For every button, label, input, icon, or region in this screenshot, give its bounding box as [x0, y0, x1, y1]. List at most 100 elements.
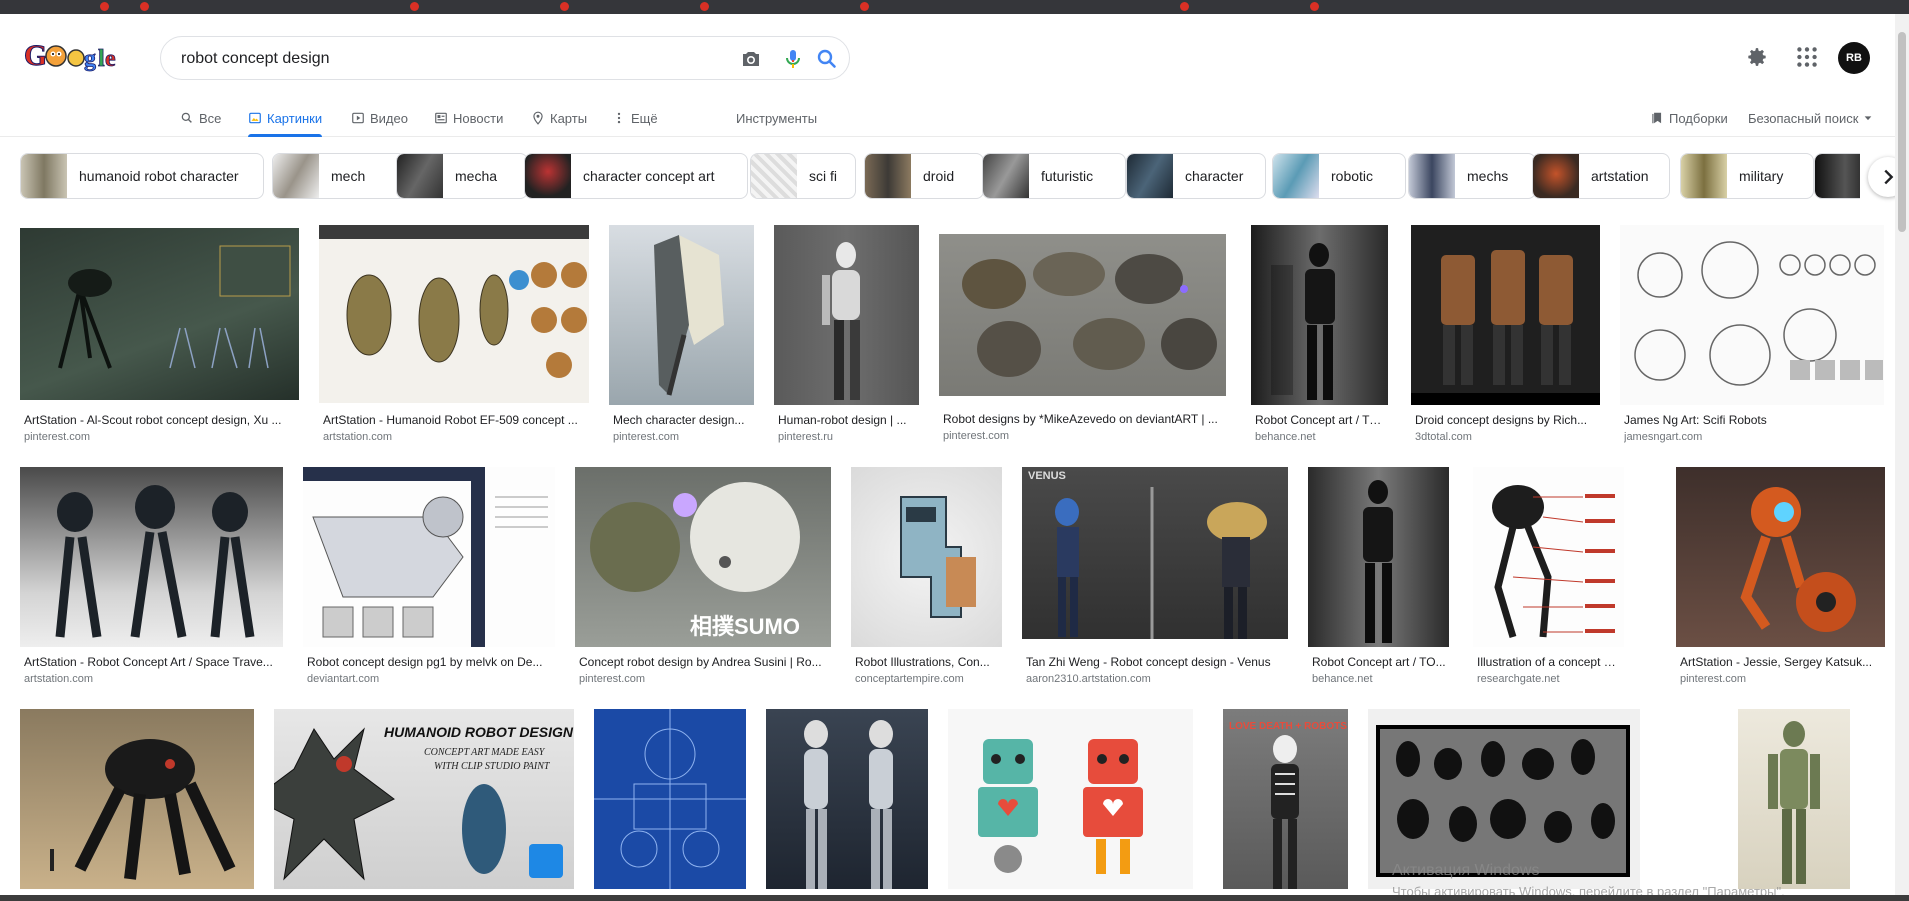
chip[interactable]: military	[1680, 153, 1814, 199]
image-result[interactable]: Robot Concept art / TO... behance.net	[1251, 225, 1388, 448]
browser-tab-strip	[0, 0, 1909, 14]
result-caption: Mech character design...	[613, 413, 745, 427]
image-result[interactable]: ArtStation - Al-Scout robot concept desi…	[20, 228, 299, 448]
map-pin-icon	[533, 111, 543, 125]
image-result[interactable]: Droid concept designs by Rich... 3dtotal…	[1411, 225, 1600, 448]
image-result[interactable]: 相撲SUMO Concept robot design by Andrea Su…	[575, 467, 831, 690]
chip[interactable]: mecha	[396, 153, 528, 199]
avatar[interactable]: RB	[1838, 42, 1870, 74]
apps-grid-icon[interactable]	[1794, 44, 1820, 70]
safe-search-dropdown[interactable]: Безопасный поиск	[1748, 104, 1873, 132]
search-icon[interactable]	[815, 47, 839, 71]
favicon-icon	[560, 2, 569, 11]
image-result[interactable]: Robot concept design pg1 by melvk on De.…	[303, 467, 555, 690]
tab-label: Ещё	[631, 110, 658, 126]
chip-label: droid	[923, 168, 955, 184]
result-caption: ArtStation - Jessie, Sergey Katsuk...	[1680, 655, 1873, 669]
microphone-icon[interactable]	[781, 47, 805, 71]
chip-label: robotic	[1331, 168, 1374, 184]
tab-label: Все	[199, 110, 222, 126]
search-box[interactable]	[160, 36, 850, 80]
search-input[interactable]	[179, 45, 703, 73]
result-thumbnail	[851, 467, 1002, 647]
image-result[interactable]: ArtStation - Robot Concept Art / Space T…	[20, 467, 283, 690]
chip-label: futuristic	[1041, 168, 1094, 184]
tab-label: Новости	[453, 110, 504, 126]
collections-button[interactable]: Подборки	[1650, 104, 1728, 132]
chip[interactable]: droid	[864, 153, 984, 199]
tab-more[interactable]: Ещё	[612, 104, 658, 132]
result-source: behance.net	[1312, 673, 1373, 685]
image-result[interactable]: Robot Illustrations, Con... conceptartem…	[851, 467, 1002, 690]
chip-thumbnail	[751, 154, 797, 198]
result-thumbnail	[766, 709, 928, 889]
image-result[interactable]	[20, 709, 254, 889]
image-result[interactable]: Robot Concept art / TO... behance.net	[1308, 467, 1449, 690]
result-source: pinterest.com	[943, 430, 1010, 442]
chip-thumbnail	[1409, 154, 1455, 198]
scrollbar-thumb[interactable]	[1898, 32, 1906, 232]
result-thumbnail	[303, 467, 555, 647]
camera-icon[interactable]	[739, 47, 763, 71]
caret-down-icon	[1865, 116, 1872, 121]
result-thumbnail: VENUS	[1022, 467, 1288, 647]
result-thumbnail	[1738, 709, 1850, 889]
love-death-label: LOVE DEATH + ROBOTS	[1229, 721, 1347, 732]
favicon-icon	[140, 2, 149, 11]
tools-button[interactable]: Инструменты	[736, 104, 817, 132]
gear-icon[interactable]	[1744, 44, 1770, 70]
image-result[interactable]: Illustration of a concept desig... resea…	[1473, 467, 1624, 690]
image-result[interactable]: VENUS Tan Zhi Weng - Robot concept desig…	[1022, 467, 1288, 690]
image-result[interactable]: James Ng Art: Scifi Robots jamesngart.co…	[1620, 225, 1884, 448]
result-caption: ArtStation - Al-Scout robot concept desi…	[24, 413, 282, 427]
tab-images[interactable]: Картинки	[248, 104, 323, 137]
image-result[interactable]: Mech character design... pinterest.com	[609, 225, 754, 448]
chip[interactable]: sci fi	[750, 153, 856, 199]
image-result[interactable]: ArtStation - Jessie, Sergey Katsuk... pi…	[1676, 467, 1885, 690]
tab-label: Карты	[550, 110, 588, 126]
image-result[interactable]: HUMANOID ROBOT DESIGN CONCEPT ART MADE EA…	[274, 709, 574, 889]
tab-news[interactable]: Новости	[434, 104, 503, 132]
svg-text:e: e	[105, 46, 116, 72]
image-result[interactable]	[948, 709, 1193, 889]
image-result[interactable]	[1738, 709, 1850, 889]
result-caption: Concept robot design by Andrea Susini | …	[579, 655, 822, 669]
image-result[interactable]	[766, 709, 928, 889]
tab-label: Инструменты	[736, 110, 818, 126]
chip[interactable]: futuristic	[982, 153, 1126, 199]
chip-thumbnail	[273, 154, 319, 198]
search-icon	[181, 112, 192, 123]
tab-maps[interactable]: Карты	[531, 104, 587, 132]
image-result[interactable]: LOVE DEATH + ROBOTS	[1223, 709, 1348, 889]
page-scrollbar[interactable]	[1895, 14, 1909, 895]
humanoid-sub2: WITH CLIP STUDIO PAINT	[434, 761, 551, 772]
result-source: jamesngart.com	[1624, 431, 1703, 443]
image-result[interactable]: Robot designs by *MikeAzevedo on deviant…	[939, 234, 1226, 448]
result-caption: Robot Concept art / TO...	[1255, 413, 1386, 427]
chip[interactable]: humanoid robot character	[20, 153, 264, 199]
image-result[interactable]: Human-robot design | ... pinterest.ru	[774, 225, 919, 448]
result-thumbnail: 相撲SUMO	[575, 467, 831, 647]
result-caption: James Ng Art: Scifi Robots	[1624, 413, 1767, 427]
chip[interactable]	[1814, 153, 1860, 199]
chip[interactable]: artstation	[1532, 153, 1670, 199]
chip[interactable]: character concept art	[524, 153, 748, 199]
google-logo[interactable]: G g l e	[24, 36, 118, 76]
humanoid-title: HUMANOID ROBOT DESIGN	[384, 724, 574, 740]
result-source: pinterest.ru	[778, 431, 834, 443]
image-result[interactable]	[594, 709, 746, 889]
tab-all[interactable]: Все	[180, 104, 221, 132]
chip[interactable]: mechs	[1408, 153, 1536, 199]
chip-thumbnail	[1815, 154, 1860, 198]
chip-thumbnail	[397, 154, 443, 198]
result-thumbnail	[20, 709, 254, 889]
chip[interactable]: robotic	[1272, 153, 1406, 199]
tab-video[interactable]: Видео	[351, 104, 408, 132]
related-searches-chips: humanoid robot character mech mecha char…	[20, 153, 1860, 201]
chip[interactable]: character	[1126, 153, 1266, 199]
chip[interactable]: mech	[272, 153, 406, 199]
image-result[interactable]: ArtStation - Humanoid Robot EF-509 conce…	[319, 225, 589, 448]
collections-label: Подборки	[1669, 110, 1728, 126]
svg-text:l: l	[98, 46, 105, 72]
result-thumbnail	[1411, 225, 1600, 405]
